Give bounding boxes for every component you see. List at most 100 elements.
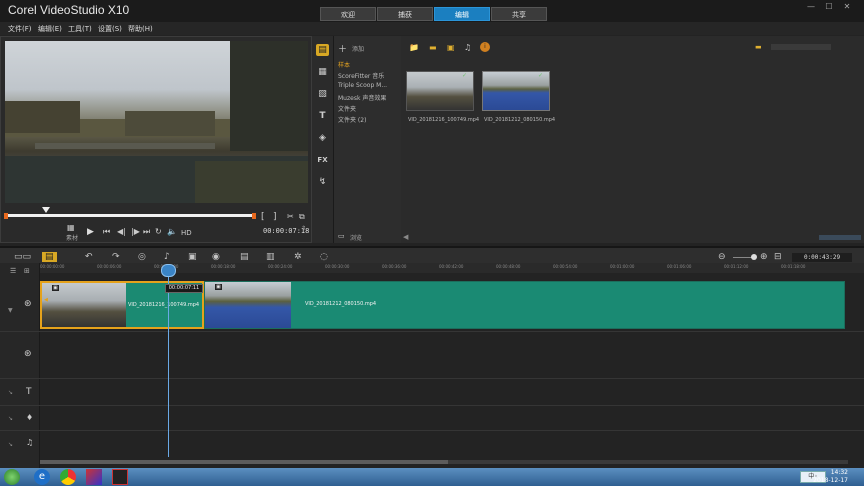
scrub-bar[interactable] [5,214,256,217]
motion-tracking-icon[interactable]: ◉ [212,252,220,262]
playhead-line[interactable] [168,267,169,457]
split-icon[interactable]: ✂ [287,212,294,221]
redo-icon[interactable]: ↷ [112,252,120,262]
subtitle-editor-icon[interactable]: ▤ [240,252,249,262]
transition-category-icon[interactable]: ▧ [316,88,329,100]
ruler-tick: 00:00:54:00 [553,264,578,269]
multi-camera-icon[interactable]: ▥ [266,252,275,262]
playhead-handle[interactable] [161,264,176,277]
music-track-lock-icon[interactable]: ↘ [8,441,13,448]
minimize-icon[interactable]: — [804,2,818,12]
menu-edit[interactable]: 编辑(E) [38,24,62,34]
chapter-point-icon[interactable]: ⊞ [24,267,30,275]
clip-1-name: VID_20181216_100749.mp4 [128,302,200,308]
show-audio-icon[interactable]: ♫ [464,43,471,52]
import-folder-icon[interactable]: 📁 [409,43,419,52]
clip-video-icon: ▣ [215,284,222,290]
title-track-icon[interactable]: T [26,387,32,397]
storyboard-view-icon[interactable]: ▭▭ [14,252,31,262]
mark-out-handle[interactable] [252,213,256,219]
tab-share[interactable]: 共享 [491,7,547,21]
browse-icon[interactable]: ▭ [338,232,345,240]
mark-in-icon[interactable]: [ [261,212,265,222]
path-category-icon[interactable]: ↯ [316,176,329,188]
library-scroll-left-icon[interactable]: ◀ [403,233,408,241]
auto-music-icon[interactable]: ▣ [188,252,197,262]
media-category-icon[interactable]: ▤ [316,44,329,56]
tree-item-scorefitter[interactable]: ScoreFitter 音乐 [338,71,400,80]
enlarge-icon[interactable]: ⧉ [299,212,305,222]
show-photos-icon[interactable]: ▣ [447,43,455,52]
maximize-icon[interactable]: ☐ [822,2,836,12]
videostudio-taskbar-icon[interactable] [112,469,128,485]
timecode-spin-icon[interactable]: ⇕ [301,225,306,232]
voice-track-lock-icon[interactable]: ↘ [8,415,13,422]
browse-label[interactable]: 浏览 [350,233,362,242]
time-remapping-icon[interactable]: ◌ [320,252,328,262]
prev-frame-icon[interactable]: ◀| [117,227,126,236]
media-app-icon[interactable] [86,469,102,485]
tree-item-folder[interactable]: 文件夹 [338,104,400,113]
title-track-lock-icon[interactable]: ↘ [8,389,13,396]
sort-icon[interactable]: ▬ [755,43,762,51]
menu-tools[interactable]: 工具(T) [68,24,92,34]
system-clock[interactable]: 14:32 2018-12-17 [813,469,848,485]
skip-end-icon[interactable]: ⏭ [143,227,150,237]
play-icon[interactable]: ▶ [87,227,94,237]
repeat-icon[interactable]: ↻ [155,227,162,236]
hd-toggle[interactable]: HD [181,229,192,237]
library-zoom-slider[interactable] [819,235,861,240]
menu-settings[interactable]: 设置(S) [98,24,122,34]
tree-item-folder-2[interactable]: 文件夹 (2) [338,115,400,124]
mode-icon[interactable]: ▦ [67,223,75,232]
record-capture-icon[interactable]: ◎ [138,252,146,262]
track-manager-icon[interactable]: ☰ [10,267,16,275]
mode-label: 素材 [66,235,79,242]
timeline-scroll-thumb[interactable] [40,460,448,464]
skip-start-icon[interactable]: ⏮ [103,227,110,237]
zoom-out-icon[interactable]: ⊖ [718,252,726,262]
ruler-tick: 00:00:30:00 [325,264,350,269]
preview-scene [5,41,308,203]
mark-out-icon[interactable]: ] [273,212,277,222]
graphics-category-icon[interactable]: ◈ [316,132,329,144]
mask-creator-icon[interactable]: ✲ [294,252,302,262]
title-category-icon[interactable]: T [316,110,329,122]
timeline-view-icon[interactable]: ▤ [42,252,57,262]
playhead-time-tooltip: 00:00:07:11 [165,284,203,293]
menu-file[interactable]: 文件(F) [8,24,32,34]
chrome-icon[interactable] [60,469,76,485]
zoom-slider-knob[interactable] [751,254,757,260]
start-button[interactable] [4,469,20,485]
add-folder-label[interactable]: 添加 [352,44,364,53]
voice-track-icon[interactable]: ♦ [26,413,33,422]
sound-mixer-icon[interactable]: ♪ [164,252,170,262]
ie-icon[interactable]: e [34,469,50,485]
info-icon[interactable]: i [480,42,490,52]
close-icon[interactable]: ✕ [840,2,854,12]
volume-icon[interactable]: 🔈 [167,227,177,236]
tree-item-triple-scoop[interactable]: Triple Scoop M... [338,82,400,89]
show-videos-icon[interactable]: ▬ [429,43,437,52]
next-frame-icon[interactable]: |▶ [131,227,140,236]
add-folder-icon[interactable]: ＋ [338,42,347,55]
tab-welcome[interactable]: 欢迎 [320,7,376,21]
fx-category-icon[interactable]: FX [316,154,329,166]
instant-project-icon[interactable]: ▦ [316,66,329,78]
video-track-icon[interactable]: ⊛ [24,299,32,309]
mark-in-handle[interactable] [4,213,8,219]
music-track-icon[interactable]: ♫ [26,438,33,447]
tree-item-muzesk[interactable]: Muzesk 声音效果 [338,93,400,102]
zoom-in-icon[interactable]: ⊕ [760,252,768,262]
menu-help[interactable]: 帮助(H) [128,24,153,34]
scrub-position-marker[interactable] [42,207,50,213]
library-search-field[interactable] [771,44,831,50]
tab-edit[interactable]: 编辑 [434,7,490,21]
timeline-clip-2[interactable]: ▣ VID_20181212_080150.mp4 [204,281,845,329]
video-track-toggle-icon[interactable]: ▼ [8,307,13,314]
fit-project-icon[interactable]: ⊟ [774,252,782,262]
overlay-track-icon[interactable]: ⊛ [24,349,32,359]
tab-capture[interactable]: 捕获 [377,7,433,21]
tree-item-samples[interactable]: 样本 [338,60,400,69]
undo-icon[interactable]: ↶ [85,252,93,262]
